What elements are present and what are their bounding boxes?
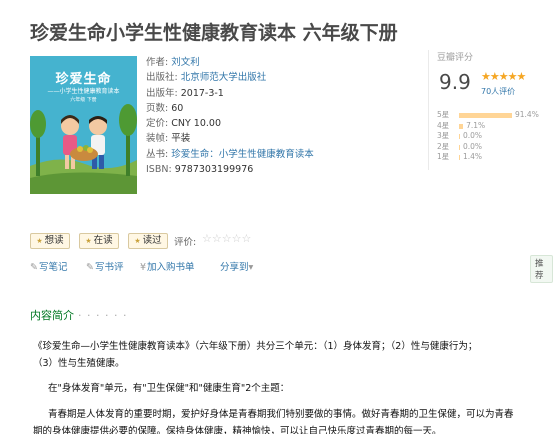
- rating-distribution-row: 2星 0.0%: [437, 142, 549, 153]
- rating-star-level: 5星: [437, 110, 450, 119]
- recommend-button[interactable]: 推荐: [530, 255, 553, 283]
- rating-bar: [459, 144, 460, 150]
- rating-stars-icon: ★★★★★: [481, 70, 526, 83]
- publisher-label: 出版社:: [146, 72, 178, 84]
- price-label: 定价:: [146, 118, 169, 130]
- cover-illustration: [30, 104, 137, 194]
- rating-star-level: 1星: [437, 152, 450, 161]
- star-icon: ★: [134, 237, 141, 245]
- yen-icon: ¥: [140, 262, 147, 273]
- rating-bar: [459, 155, 460, 160]
- share-link[interactable]: 分享到▾: [220, 259, 253, 273]
- rating-panel: 豆瓣评分 9.9 ★★★★★ 70人评价 5星 91.4% 4星 7.1% 3星 0.0%…: [428, 50, 550, 170]
- author-row: 作者: 刘文利: [146, 55, 416, 70]
- binding-row: 装帧: 平装: [146, 131, 416, 146]
- rating-percent: 1.4%: [463, 152, 483, 161]
- isbn-value: 9787303199976: [174, 164, 254, 176]
- pencil-icon: ✎: [30, 262, 38, 273]
- want-read-button[interactable]: ★ 想读: [30, 233, 70, 249]
- intro-paragraph-2: 在"身体发育"单元，有"卫生保健"和"健康生育"2个主题：: [48, 383, 290, 394]
- author-link[interactable]: 刘文利: [171, 57, 200, 68]
- rating-distribution-row: 1星 1.4%: [437, 152, 549, 163]
- book-cover[interactable]: 珍爱生命 ——小学生性健康教育读本 六年级 下册: [30, 56, 137, 194]
- rating-distribution-row: 5星 91.4%: [437, 110, 549, 121]
- pubdate-value: 2017-3-1: [180, 87, 224, 99]
- rating-count-link[interactable]: 70人评价: [481, 86, 515, 97]
- rate-stars-input[interactable]: ☆☆☆☆☆: [202, 232, 251, 245]
- pages-label: 页数:: [146, 102, 169, 114]
- binding-label: 装帧:: [146, 133, 169, 145]
- rating-distribution: 5星 91.4% 4星 7.1% 3星 0.0% 2星 0.0% 1星 1.4%: [437, 110, 549, 163]
- pubdate-label: 出版年:: [146, 87, 178, 99]
- author-label: 作者:: [146, 57, 169, 68]
- intro-paragraph-1-line-2: （3）性与生殖健康。: [33, 358, 125, 369]
- publisher-link[interactable]: 北京师范大学出版社: [181, 72, 267, 83]
- write-review-link[interactable]: ✎写书评: [86, 259, 123, 273]
- price-value: CNY 10.00: [171, 118, 221, 130]
- read-button[interactable]: ★ 读过: [128, 233, 168, 249]
- rate-label: 评价:: [174, 237, 197, 248]
- rating-percent: 0.0%: [463, 141, 483, 151]
- rating-bar: [459, 113, 512, 118]
- isbn-label: ISBN:: [146, 164, 172, 176]
- rating-star-level: 2星: [437, 141, 450, 151]
- rating-percent: 91.4%: [515, 110, 539, 119]
- reading-button[interactable]: ★ 在读: [79, 233, 119, 249]
- rating-distribution-row: 3星 0.0%: [437, 131, 549, 142]
- read-label: 读过: [142, 235, 162, 246]
- intro-paragraph-1-line-1: 《珍爱生命—小学生性健康教育读本》（六年级下册）共分三个单元：（1）身体发育；（…: [33, 341, 478, 352]
- book-info: 作者: 刘文利 出版社: 北京师范大学出版社 出版年: 2017-3-1 页数:…: [146, 55, 416, 177]
- section-title: 内容简介: [30, 309, 74, 322]
- book-title: 珍爱生命小学生性健康教育读本 六年级下册: [30, 22, 398, 44]
- price-row: 定价: CNY 10.00: [146, 116, 416, 131]
- series-row: 丛书: 珍爱生命：小学生性健康教育读本: [146, 147, 416, 162]
- rating-label: 豆瓣评分: [437, 53, 474, 63]
- chevron-down-icon: ▾: [248, 262, 254, 273]
- series-label: 丛书:: [146, 148, 169, 160]
- share-label: 分享到: [220, 262, 249, 273]
- intro-paragraph-3-line-2: 期的身体健康提供必要的保障。保持身体健康，精神愉快，可以让自己快乐度过青春期的每…: [33, 426, 442, 434]
- section-heading: 内容简介 · · · · · ·: [30, 307, 127, 323]
- pencil-icon: ✎: [86, 262, 94, 273]
- write-note-label: 写笔记: [38, 262, 68, 273]
- rating-percent: 7.1%: [466, 120, 486, 130]
- rating-star-level: 3星: [437, 131, 450, 140]
- isbn-row: ISBN: 9787303199976: [146, 162, 416, 177]
- pages-row: 页数: 60: [146, 101, 416, 116]
- write-note-link[interactable]: ✎写笔记: [30, 259, 67, 273]
- rating-score: 9.9: [439, 70, 471, 94]
- pubdate-row: 出版年: 2017-3-1: [146, 86, 416, 101]
- publisher-row: 出版社: 北京师范大学出版社: [146, 70, 416, 85]
- rating-distribution-row: 4星 7.1%: [437, 121, 549, 132]
- reading-label: 在读: [93, 235, 113, 246]
- binding-value: 平装: [171, 133, 191, 145]
- rating-bar: [459, 134, 460, 139]
- rating-star-level: 4星: [437, 120, 450, 130]
- series-link[interactable]: 珍爱生命：小学生性健康教育读本: [171, 149, 314, 160]
- rating-bar: [459, 123, 464, 129]
- rating-percent: 0.0%: [463, 131, 483, 140]
- want-read-label: 想读: [44, 235, 64, 246]
- star-icon: ★: [36, 237, 43, 245]
- pages-value: 60: [171, 102, 184, 114]
- add-to-list-label: 加入购书单: [147, 262, 195, 273]
- section-dots: · · · · · ·: [78, 309, 128, 322]
- intro-paragraph-3-line-1: 青春期是人体发育的重要时期，爱护好身体是青春期我们特别要做的事情。做好青春期的卫…: [48, 409, 514, 420]
- write-review-label: 写书评: [94, 262, 124, 273]
- star-icon: ★: [85, 237, 92, 245]
- add-to-list-link[interactable]: ¥加入购书单: [140, 259, 195, 273]
